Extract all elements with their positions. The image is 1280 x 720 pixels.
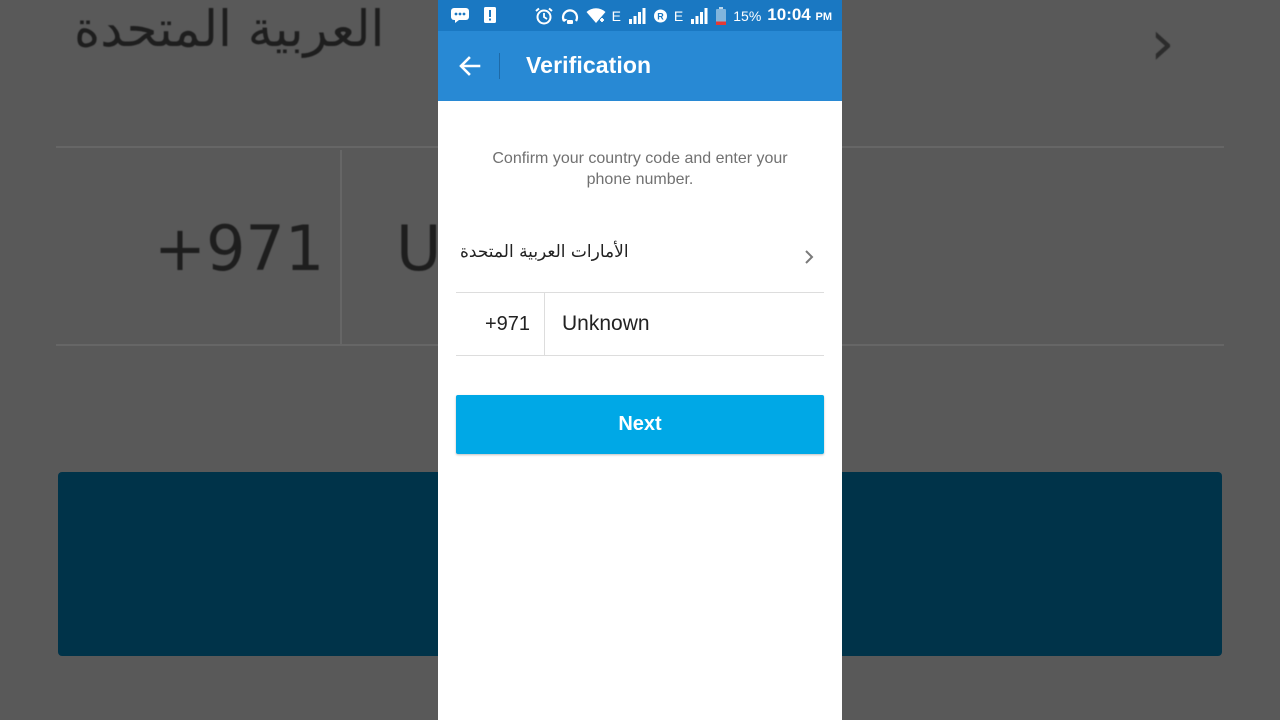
svg-text:R: R	[657, 12, 664, 22]
country-code-field[interactable]: +971	[456, 293, 544, 355]
phone-number-field[interactable]: Unknown	[545, 293, 824, 355]
phone-screen: E R E 15% 10:04 PM Verification Confirm …	[438, 0, 842, 720]
background-country-text: العربية المتحدة	[74, 0, 385, 58]
status-bar: E R E 15% 10:04 PM	[438, 0, 842, 31]
status-bar-system: E R E 15% 10:04 PM	[534, 5, 832, 27]
signal-icon	[627, 7, 647, 25]
chevron-right-icon	[802, 248, 816, 266]
back-button[interactable]	[452, 48, 488, 84]
country-name: الأمارات العربية المتحدة	[460, 242, 629, 262]
phone-number-value: Unknown	[562, 312, 650, 335]
next-button-label: Next	[618, 413, 662, 435]
roaming-icon: R	[653, 7, 668, 25]
clock-time: 10:04	[767, 5, 811, 24]
background-divider-vertical	[340, 150, 342, 344]
status-bar-notifications	[450, 6, 500, 24]
app-bar-separator	[499, 53, 500, 79]
wifi-icon	[586, 7, 606, 25]
clock: 10:04 PM	[767, 5, 832, 27]
network-type-label-2: E	[673, 8, 684, 24]
background-country-code: +971	[154, 212, 325, 285]
alert-icon	[480, 6, 500, 24]
battery-percent: 15%	[733, 8, 762, 24]
sync-icon	[560, 7, 580, 25]
message-icon	[450, 6, 470, 24]
battery-icon	[715, 7, 727, 25]
instruction-text: Confirm your country code and enter your…	[492, 150, 788, 188]
signal-icon-2	[689, 7, 709, 25]
next-button[interactable]: Next	[456, 395, 824, 454]
phone-divider	[456, 355, 824, 356]
clock-ampm: PM	[815, 11, 833, 23]
phone-input-row: +971 Unknown	[456, 293, 824, 355]
country-code-value: +971	[484, 313, 530, 335]
arrow-left-icon	[457, 53, 483, 79]
alarm-icon	[534, 7, 554, 25]
background-phone-number: U	[396, 212, 442, 285]
background-chevron-icon: ›	[1150, 6, 1175, 79]
app-bar: Verification	[438, 31, 842, 101]
country-selector[interactable]: الأمارات العربية المتحدة	[456, 228, 824, 292]
network-type-label: E	[611, 8, 621, 24]
page-title: Verification	[526, 52, 652, 78]
